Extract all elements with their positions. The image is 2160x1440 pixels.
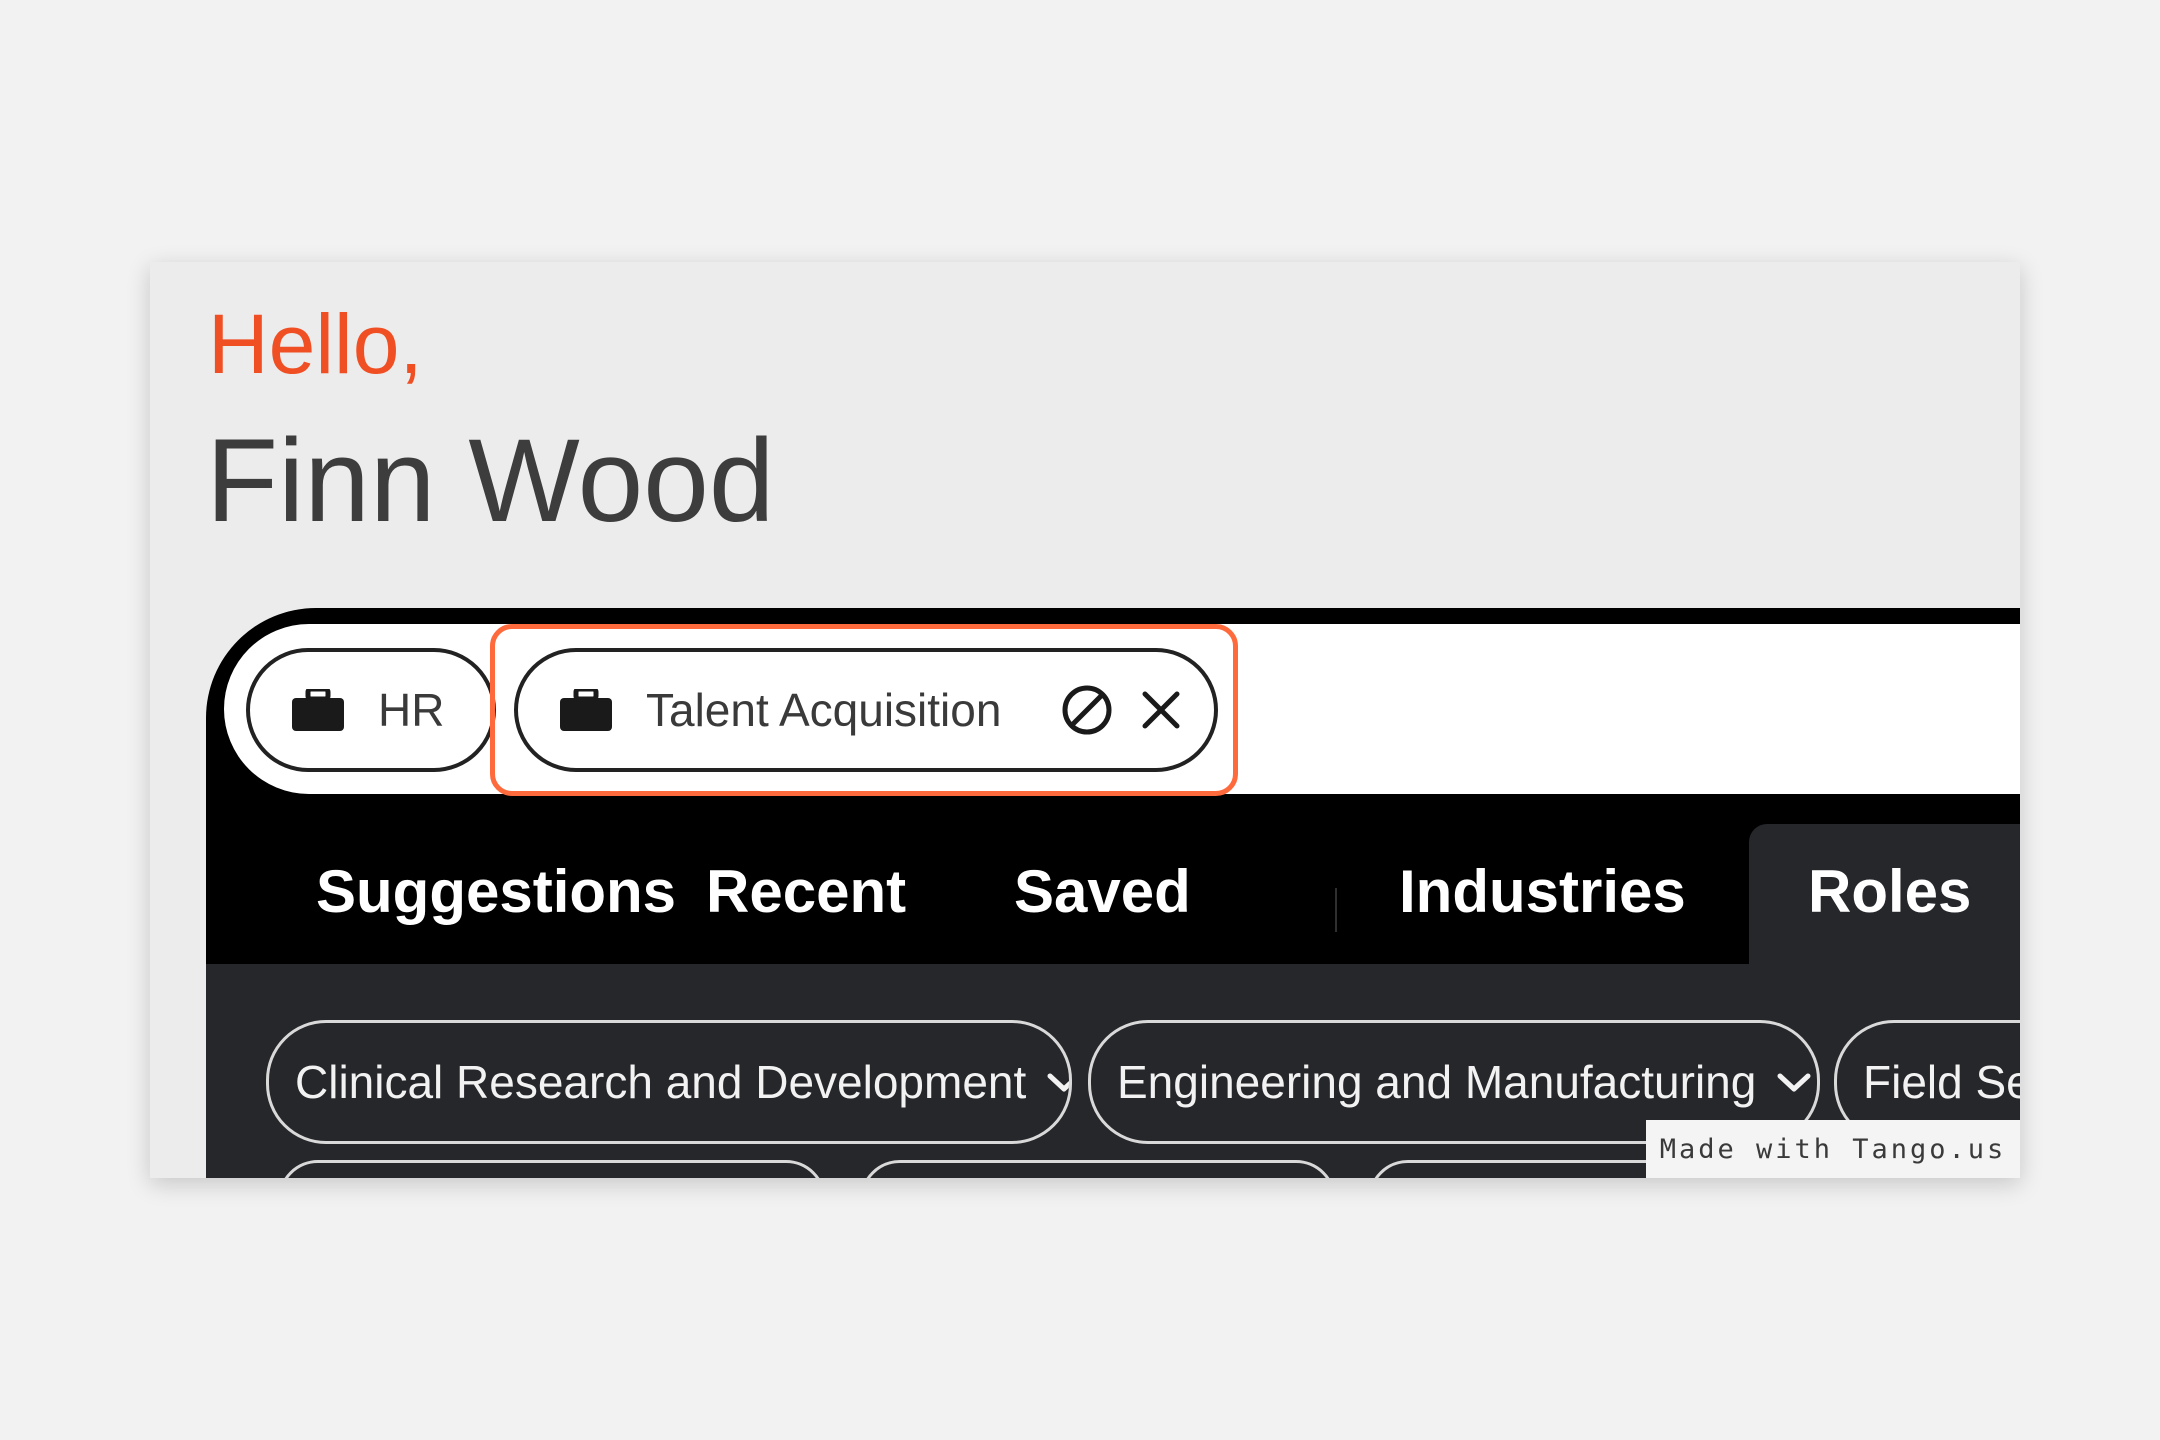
briefcase-icon [292, 689, 344, 731]
tab-suggestions[interactable]: Suggestions [316, 862, 676, 922]
tab-recent[interactable]: Recent [706, 862, 906, 922]
tab-bar: Suggestions Recent Saved Industries Role… [206, 824, 2020, 964]
screenshot-frame: Hello, Finn Wood HR Talent Acquisition S… [150, 262, 2020, 1178]
filter-label: Engineering and Manufacturing [1117, 1056, 1757, 1108]
filter-pill-partial[interactable] [860, 1160, 1336, 1178]
filter-pill-partial[interactable] [278, 1160, 826, 1178]
greeting-hello: Hello, [208, 297, 423, 391]
search-panel: HR Talent Acquisition Suggestions Recent… [206, 608, 2020, 1178]
filter-clinical-research[interactable]: Clinical Research and Development [266, 1020, 1072, 1144]
block-icon[interactable] [1059, 682, 1115, 738]
tab-saved[interactable]: Saved [1014, 862, 1191, 922]
chevron-down-icon [1777, 1073, 1811, 1092]
chevron-down-icon [1047, 1073, 1069, 1092]
user-name: Finn Wood [206, 415, 775, 547]
tab-roles[interactable]: Roles [1808, 862, 1971, 922]
tab-industries[interactable]: Industries [1399, 862, 1686, 922]
close-icon[interactable] [1133, 682, 1189, 738]
chip-label: Talent Acquisition [646, 684, 1002, 736]
chip-label: HR [378, 684, 445, 736]
filter-label: Field Ser [1863, 1056, 2020, 1108]
chip-hr[interactable]: HR [246, 648, 496, 772]
tab-divider [1335, 888, 1337, 932]
tango-watermark: Made with Tango.us [1646, 1120, 2020, 1178]
chip-talent-acquisition[interactable]: Talent Acquisition [514, 648, 1218, 772]
briefcase-icon [560, 689, 612, 731]
filter-label: Clinical Research and Development [295, 1056, 1027, 1108]
search-bar[interactable]: HR Talent Acquisition [224, 624, 2020, 796]
